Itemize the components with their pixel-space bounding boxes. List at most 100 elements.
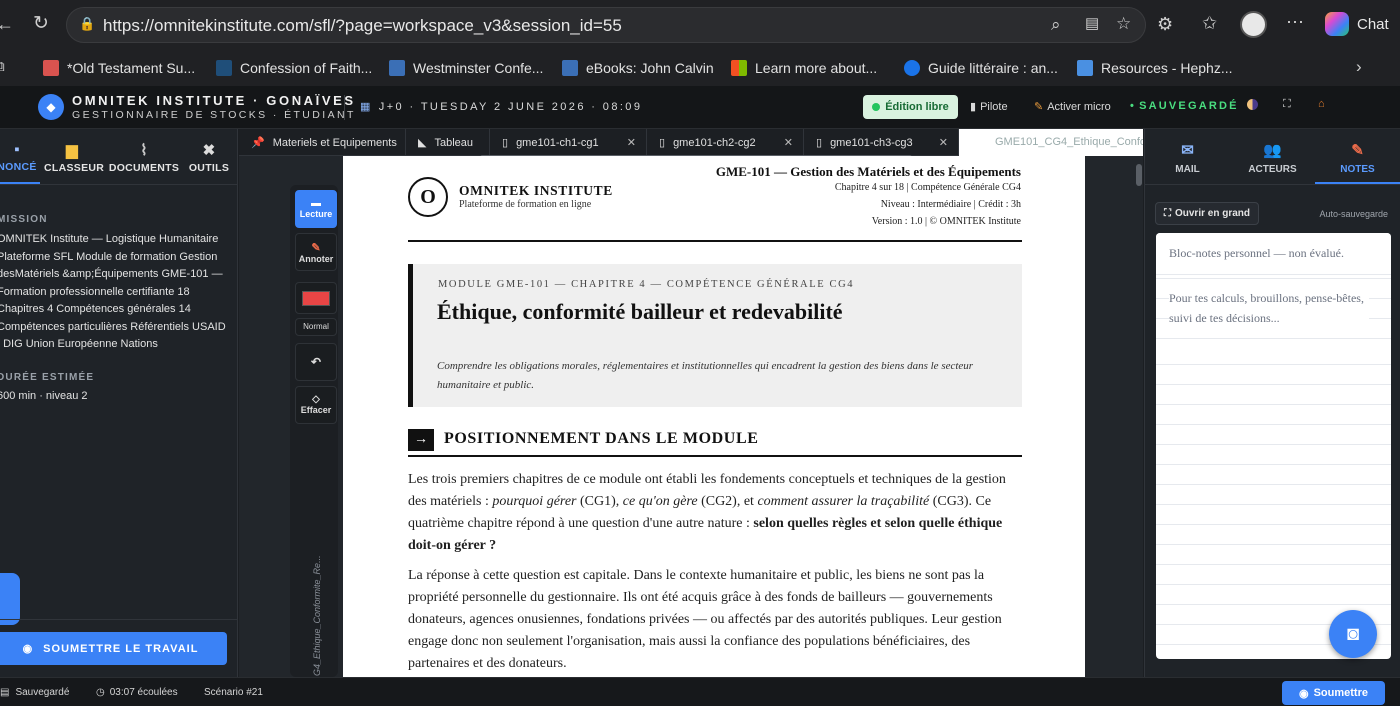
address-bar[interactable]: 🔒 https://omnitekinstitute.com/sfl/?page… — [66, 7, 1146, 43]
close-icon[interactable]: ✕ — [784, 136, 793, 149]
reload-icon[interactable]: ↻ — [33, 14, 49, 33]
home-icon[interactable]: ⌂ — [1318, 98, 1325, 110]
doc-meta-level: Niveau : Intermédiaire | Crédit : 3h — [880, 199, 1021, 210]
module-label: MODULE GME-101 — CHAPITRE 4 — COMPÉTENCE… — [438, 279, 855, 290]
back-arrow-icon[interactable]: ← — [0, 15, 14, 33]
erase-button[interactable]: ◇ Effacer — [295, 386, 337, 424]
assistant-robot-button[interactable]: ◙ — [1329, 610, 1377, 658]
profile-avatar[interactable] — [1240, 11, 1267, 38]
tab-classeur[interactable]: ▆ CLASSEUR — [44, 141, 104, 183]
close-icon[interactable]: ✕ — [939, 136, 948, 149]
status-dot-icon — [872, 103, 881, 111]
lock-icon[interactable]: 🔒 — [79, 17, 95, 30]
bookmarks-bar: ⧉ *Old Testament Su... Confession of Fai… — [0, 50, 1400, 86]
chat-label[interactable]: Chat — [1357, 16, 1389, 33]
tab-notes[interactable]: ✎ NOTES — [1315, 141, 1400, 175]
app-header: ◆ OMNITEK INSTITUTE · GONAÏVES GESTIONNA… — [0, 86, 1400, 129]
bookmark-4[interactable]: eBooks: John Calvin — [562, 57, 714, 79]
annotate-button[interactable]: ✎ Annoter — [295, 233, 337, 271]
tab-outils[interactable]: ✖ OUTILS — [186, 141, 232, 183]
read-mode-button[interactable]: ▬ Lecture — [295, 190, 337, 228]
ccel-icon — [562, 60, 578, 76]
tab-ch2[interactable]: ▯ gme101-ch2-cg2 ✕ — [647, 129, 804, 156]
sidebar-divider — [0, 619, 238, 620]
submit-work-button[interactable]: ◉ SOUMETTRE LE TRAVAIL — [0, 632, 227, 665]
reader-mode-icon[interactable]: ▤ — [1085, 16, 1099, 31]
doc-meta-chapter: Chapitre 4 sur 18 | Compétence Générale … — [834, 182, 1021, 193]
pilot-button[interactable]: ▮ Pilote — [970, 100, 1008, 113]
brand-subtitle: GESTIONNAIRE DE STOCKS · ÉTUDIANT — [72, 109, 356, 121]
reading-list-icon[interactable]: ⧉ — [0, 59, 5, 74]
bookmark-7[interactable]: Resources - Hephz... — [1077, 57, 1233, 79]
theme-toggle-icon[interactable] — [1247, 99, 1258, 113]
saved-dot-icon: • — [1130, 100, 1137, 112]
shazam-icon — [904, 60, 920, 76]
mail-icon: ✉ — [1181, 142, 1194, 159]
pin-icon: 📌 — [251, 137, 265, 149]
status-footer: ▤ Sauvegardé ◷ 03:07 écoulées Scénario #21… — [0, 677, 1400, 706]
mission-text: OMNITEK Institute — Logistique Humanitai… — [0, 233, 226, 350]
favorite-star-icon[interactable]: ☆ — [1116, 15, 1131, 32]
copilot-icon[interactable] — [1325, 12, 1349, 36]
bookmark-1[interactable]: *Old Testament Su... — [43, 57, 195, 79]
notes-textarea[interactable]: Bloc-notes personnel — non évalué. Pour … — [1156, 233, 1391, 659]
module-title: Éthique, conformité bailleur et redevabi… — [437, 299, 843, 324]
mic-button[interactable]: ✎ Activer micro — [1034, 100, 1111, 113]
robot-icon: ◉ — [22, 643, 34, 655]
undo-button[interactable]: ↶ — [295, 343, 337, 381]
tab-materiels[interactable]: 📌 Materiels et Equipements — [239, 129, 406, 156]
people-icon: 👥 — [1263, 142, 1282, 159]
close-icon[interactable]: ✕ — [627, 136, 636, 149]
tab-mail[interactable]: ✉ MAIL — [1145, 141, 1230, 175]
collapse-handle[interactable] — [0, 573, 20, 625]
open-large-button[interactable]: ⛶ Ouvrir en grand — [1155, 202, 1259, 225]
doc-meta-version: Version : 1.0 | © OMNITEK Institute — [871, 216, 1021, 227]
date-line: ▦ J+0 · TUESDAY 2 JUNE 2026 · 08:09 — [360, 101, 643, 113]
notepad-placeholder: Pour tes calculs, brouillons, pense-bête… — [1169, 288, 1369, 328]
footer-saved: ▤ Sauvegardé — [0, 687, 70, 698]
bookmark-3[interactable]: Westminster Confe... — [389, 57, 543, 79]
pencil-icon: ✎ — [311, 242, 321, 254]
tab-enonce[interactable]: ▪ NONCÉ — [0, 141, 40, 183]
fullscreen-icon[interactable]: ⛶ — [1283, 98, 1291, 111]
section-arrow-icon: → — [408, 429, 434, 451]
folder-icon: ▆ — [66, 142, 78, 159]
robot-icon: ◙ — [1346, 623, 1360, 645]
saved-status: • SAUVEGARDÉ — [1130, 100, 1239, 112]
color-swatch — [302, 291, 330, 306]
search-page-icon[interactable]: ⌕ — [1051, 16, 1061, 33]
tab-acteurs[interactable]: 👥 ACTEURS — [1230, 141, 1315, 175]
calendar-icon: ▦ — [360, 101, 373, 113]
bookmark-2[interactable]: Confession of Faith... — [216, 57, 372, 79]
color-picker[interactable] — [295, 282, 337, 314]
tab-cg4-active[interactable]: GME101_CG4_Ethique_Conform — [959, 129, 1143, 156]
favorites-icon[interactable]: ✩ — [1202, 14, 1217, 32]
extensions-icon[interactable]: ⚙ — [1157, 15, 1173, 33]
file-icon: ▯ — [659, 137, 666, 149]
footer-submit-button[interactable]: ◉ Soumettre — [1282, 681, 1385, 705]
omnitek-logo-icon: ◆ — [38, 94, 64, 120]
duration-heading: DURÉE ESTIMÉE — [0, 372, 95, 383]
pdf-icon — [43, 60, 59, 76]
tab-ch1[interactable]: ▯ gme101-ch1-cg1 ✕ — [490, 129, 647, 156]
tab-ch3[interactable]: ▯ gme101-ch3-cg3 ✕ — [804, 129, 959, 156]
mission-heading: MISSION — [0, 214, 48, 225]
tools-icon: ✖ — [202, 142, 216, 159]
footer-elapsed: ◷ 03:07 écoulées — [96, 687, 178, 698]
section-title: POSITIONNEMENT DANS LE MODULE — [444, 430, 759, 447]
opc-icon — [216, 60, 232, 76]
footer-scenario: Scénario #21 — [204, 687, 263, 698]
tab-tableau[interactable]: ◣ Tableau — [406, 129, 490, 156]
url-text[interactable]: https://omnitekinstitute.com/sfl/?page=w… — [103, 16, 622, 36]
chevron-right-icon[interactable]: › — [1356, 58, 1362, 75]
file-icon: ▯ — [816, 137, 823, 149]
vertical-scrollbar[interactable] — [1136, 164, 1142, 186]
mode-select[interactable]: Normal — [295, 318, 337, 336]
more-menu-icon[interactable]: ⋯ — [1286, 13, 1304, 31]
paperclip-icon: ⌇ — [140, 142, 148, 159]
institute-subtitle: Plateforme de formation en ligne — [459, 199, 592, 210]
bookmark-6[interactable]: Guide littéraire : an... — [904, 57, 1058, 79]
edition-toggle[interactable]: Édition libre — [863, 95, 958, 119]
bookmark-5[interactable]: Learn more about... — [731, 57, 877, 79]
tab-documents[interactable]: ⌇ DOCUMENTS — [108, 141, 180, 183]
